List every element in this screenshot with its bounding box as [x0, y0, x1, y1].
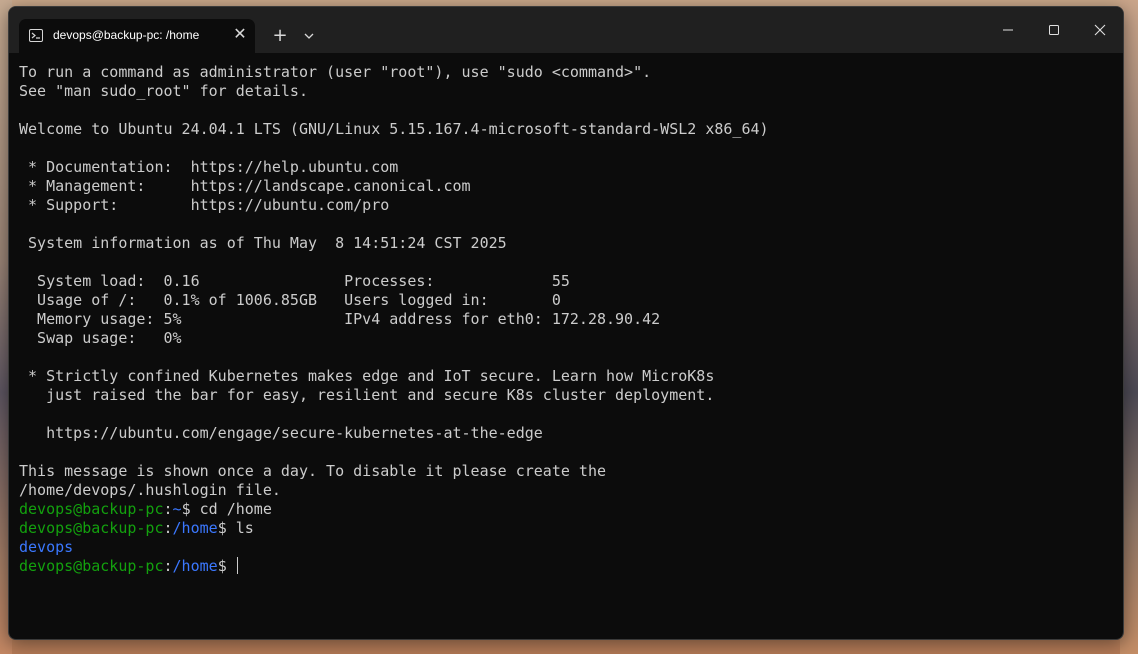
terminal-line: * Documentation: https://help.ubuntu.com [19, 158, 399, 176]
prompt-dollar: $ [217, 519, 227, 537]
terminal-window: devops@backup-pc: /home ✕ + To run a com… [8, 6, 1124, 640]
terminal-line: To run a command as administrator (user … [19, 63, 652, 81]
prompt-line-active[interactable]: devops@backup-pc:/home$ [19, 557, 1115, 576]
tab-active[interactable]: devops@backup-pc: /home ✕ [19, 19, 255, 53]
new-tab-button[interactable]: + [269, 25, 291, 47]
ls-output-directory: devops [19, 538, 74, 556]
terminal-line: See "man sudo_root" for details. [19, 82, 308, 100]
terminal-line: /home/devops/.hushlogin file. [19, 481, 281, 499]
terminal-line: * Support: https://ubuntu.com/pro [19, 196, 390, 214]
terminal-line: System load: 0.16 Processes: 55 [19, 272, 570, 290]
terminal-line: * Strictly confined Kubernetes makes edg… [19, 367, 715, 385]
terminal-line: Usage of /: 0.1% of 1006.85GB Users logg… [19, 291, 561, 309]
maximize-icon[interactable] [1031, 17, 1077, 43]
prompt-user: devops@backup-pc [19, 500, 164, 518]
prompt-separator: : [163, 557, 173, 575]
prompt-path: ~ [172, 500, 182, 518]
prompt-user: devops@backup-pc [19, 519, 164, 537]
terminal-line: This message is shown once a day. To dis… [19, 462, 606, 480]
terminal-line: Swap usage: 0% [19, 329, 182, 347]
prompt-separator: : [163, 500, 173, 518]
prompt-path: /home [172, 519, 218, 537]
minimize-icon[interactable] [985, 17, 1031, 43]
command-input[interactable] [227, 557, 236, 575]
terminal-icon [29, 29, 43, 42]
prompt-user: devops@backup-pc [19, 557, 164, 575]
prompt-dollar: $ [217, 557, 227, 575]
text-cursor [236, 557, 238, 574]
prompt-line: devops@backup-pc:/home$ ls [19, 519, 1115, 538]
tab-title: devops@backup-pc: /home [53, 28, 200, 42]
close-icon[interactable] [1077, 17, 1123, 43]
close-tab-icon[interactable]: ✕ [231, 25, 249, 43]
prompt-path: /home [172, 557, 218, 575]
terminal-line: Memory usage: 5% IPv4 address for eth0: … [19, 310, 661, 328]
terminal-line: * Management: https://landscape.canonica… [19, 177, 471, 195]
command-text: ls [226, 519, 254, 537]
terminal-line: https://ubuntu.com/engage/secure-kuberne… [19, 424, 543, 442]
prompt-separator: : [163, 519, 173, 537]
prompt-dollar: $ [181, 500, 191, 518]
terminal-output[interactable]: To run a command as administrator (user … [19, 63, 1115, 633]
terminal-line: just raised the bar for easy, resilient … [19, 386, 715, 404]
prompt-line: devops@backup-pc:~$ cd /home [19, 500, 1115, 519]
chevron-down-icon[interactable] [299, 26, 319, 46]
terminal-line: Welcome to Ubuntu 24.04.1 LTS (GNU/Linux… [19, 120, 769, 138]
terminal-line: System information as of Thu May 8 14:51… [19, 234, 507, 252]
command-text: cd /home [190, 500, 272, 518]
title-bar[interactable]: devops@backup-pc: /home ✕ + [9, 7, 1123, 53]
